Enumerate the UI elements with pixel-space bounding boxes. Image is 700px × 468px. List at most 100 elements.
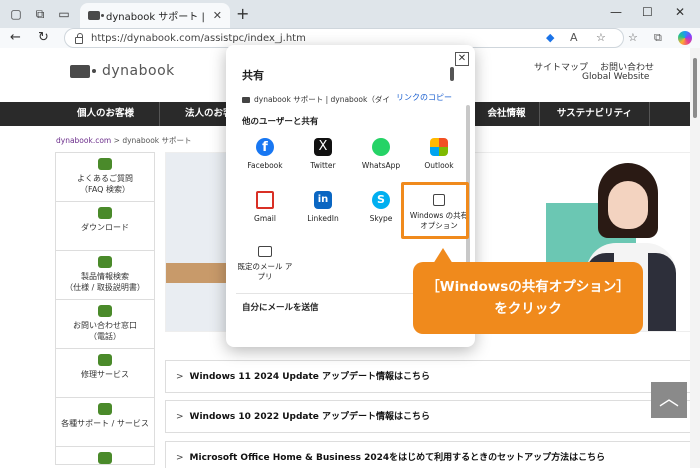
callout-line-1: ［Windowsの共有オプション］ bbox=[426, 279, 630, 295]
vertical-tabs-icon[interactable]: ▭ bbox=[56, 6, 72, 22]
news-item[interactable]: > Windows 10 2022 Update アップデート情報はこちら bbox=[165, 400, 692, 433]
share-outlook[interactable]: Outlook bbox=[410, 138, 468, 171]
app-label: Gmail bbox=[254, 214, 276, 223]
share-twitter[interactable]: X Twitter bbox=[294, 138, 352, 171]
sitemap-link[interactable]: サイトマップ bbox=[534, 60, 588, 73]
facebook-icon: f bbox=[256, 138, 274, 156]
gmail-icon bbox=[256, 191, 274, 209]
app-label: Skype bbox=[369, 214, 393, 223]
tools-icon bbox=[98, 354, 112, 366]
sidebar-item-more[interactable] bbox=[55, 447, 155, 465]
shared-page-title: dynabook サポート | dynabook（ダイ bbox=[254, 95, 390, 104]
share-facebook[interactable]: f Facebook bbox=[236, 138, 294, 171]
breadcrumb-separator: > bbox=[113, 136, 120, 145]
app-label: 既定のメール ア プリ bbox=[237, 262, 293, 281]
price-tag-icon[interactable]: ◆ bbox=[546, 28, 554, 48]
back-icon[interactable]: ← bbox=[10, 30, 21, 46]
breadcrumb-current: dynabook サポート bbox=[122, 136, 192, 145]
sidebar-label: 各種サポート / サービス bbox=[61, 419, 149, 428]
mail-icon bbox=[258, 246, 272, 257]
workspaces-icon[interactable]: ⧉ bbox=[32, 6, 48, 22]
skype-icon: S bbox=[372, 191, 390, 209]
tab-title: dynabook サポート | dynabook（ダ bbox=[106, 12, 207, 23]
sidebar-label: よくあるご質問 （FAQ 検索） bbox=[77, 174, 133, 194]
share-linkedin[interactable]: in LinkedIn bbox=[294, 191, 352, 224]
sidebar-label: 修理サービス bbox=[81, 370, 129, 379]
search-icon bbox=[98, 256, 112, 268]
mail-icon bbox=[98, 305, 112, 317]
app-label: WhatsApp bbox=[361, 161, 401, 170]
support-sidebar: よくあるご質問 （FAQ 検索） ダウンロード 製品情報検索 （仕様 / 取扱説… bbox=[55, 152, 155, 465]
arrow-icon: > bbox=[176, 412, 184, 422]
nav-sustainability[interactable]: サステナビリティ bbox=[540, 102, 650, 126]
share-scroll-indicator bbox=[450, 67, 454, 81]
maximize-button[interactable]: ☐ bbox=[642, 5, 653, 19]
profile-icon[interactable]: ▢ bbox=[8, 6, 24, 22]
breadcrumb: dynabook.com > dynabook サポート bbox=[56, 135, 192, 146]
books-icon bbox=[98, 452, 112, 464]
collections-icon[interactable]: ⧉ bbox=[654, 28, 662, 48]
app-label: Outlook bbox=[424, 161, 454, 170]
close-window-button[interactable]: ✕ bbox=[675, 5, 685, 19]
app-label: LinkedIn bbox=[307, 214, 339, 223]
copy-link-button[interactable]: リンクのコピー bbox=[396, 92, 452, 103]
share-default-mail[interactable]: 既定のメール ア プリ bbox=[236, 242, 294, 282]
copilot-icon[interactable] bbox=[678, 31, 692, 45]
favorite-star-icon[interactable]: ☆ bbox=[596, 28, 606, 48]
faq-icon bbox=[98, 158, 112, 170]
share-gmail[interactable]: Gmail bbox=[236, 191, 294, 224]
scroll-to-top-button[interactable]: ︿ bbox=[651, 382, 687, 418]
dynabook-logo[interactable]: dynabook bbox=[70, 63, 175, 79]
scrollbar-thumb[interactable] bbox=[693, 58, 697, 118]
sidebar-item-faq[interactable]: よくあるご質問 （FAQ 検索） bbox=[55, 153, 155, 202]
share-section-title: 他のユーザーと共有 bbox=[242, 117, 319, 127]
twitter-x-icon: X bbox=[314, 138, 332, 156]
favorites-icon[interactable]: ☆ bbox=[628, 28, 638, 48]
news-item[interactable]: > Windows 11 2024 Update アップデート情報はこちら bbox=[165, 360, 692, 393]
nav-personal[interactable]: 個人のお客様 bbox=[52, 102, 160, 126]
news-text: Windows 10 2022 Update アップデート情報はこちら bbox=[189, 412, 431, 422]
news-text: Windows 11 2024 Update アップデート情報はこちら bbox=[189, 372, 431, 382]
logo-text: dynabook bbox=[102, 63, 175, 79]
browser-titlebar: ▢ ⧉ ▭ dynabook サポート | dynabook（ダ ✕ + — ☐… bbox=[0, 0, 700, 28]
sidebar-label: ダウンロード bbox=[81, 223, 129, 232]
minimize-button[interactable]: — bbox=[610, 5, 622, 19]
email-self-button[interactable]: 自分にメールを送信 bbox=[242, 301, 319, 313]
breadcrumb-home[interactable]: dynabook.com bbox=[56, 136, 111, 145]
app-label: Facebook bbox=[247, 161, 283, 170]
refresh-icon[interactable]: ↻ bbox=[38, 30, 49, 46]
page-scrollbar[interactable] bbox=[690, 48, 700, 468]
dynabook-favicon-icon bbox=[242, 96, 250, 103]
arrow-icon: > bbox=[176, 453, 184, 463]
close-icon[interactable]: ✕ bbox=[455, 52, 469, 66]
news-item[interactable]: > Microsoft Office Home & Business 2024をは… bbox=[165, 441, 692, 468]
hero-desk bbox=[166, 263, 226, 283]
outlook-icon bbox=[430, 138, 448, 156]
share-whatsapp[interactable]: WhatsApp bbox=[352, 138, 410, 171]
instruction-callout: ［Windowsの共有オプション］ をクリック bbox=[413, 248, 643, 334]
sidebar-label: 製品情報検索 （仕様 / 取扱説明書） bbox=[65, 272, 145, 292]
new-tab-button[interactable]: + bbox=[236, 6, 249, 22]
linkedin-icon: in bbox=[314, 191, 332, 209]
read-aloud-icon[interactable]: A bbox=[570, 28, 578, 48]
sidebar-item-repair[interactable]: 修理サービス bbox=[55, 349, 155, 398]
sidebar-item-product-search[interactable]: 製品情報検索 （仕様 / 取扱説明書） bbox=[55, 251, 155, 300]
app-label: Twitter bbox=[310, 161, 336, 170]
hero-photo-left bbox=[166, 153, 226, 331]
download-icon bbox=[98, 207, 112, 219]
tab-close-icon[interactable]: ✕ bbox=[213, 9, 222, 22]
dynabook-logo-mark-icon bbox=[70, 64, 96, 78]
sidebar-item-services[interactable]: 各種サポート / サービス bbox=[55, 398, 155, 447]
global-website-link[interactable]: Global Website bbox=[582, 72, 649, 82]
url-text: https://dynabook.com/assistpc/index_j.ht… bbox=[91, 32, 306, 44]
support-headset-icon bbox=[98, 403, 112, 415]
sidebar-item-download[interactable]: ダウンロード bbox=[55, 202, 155, 251]
lock-icon bbox=[75, 32, 83, 44]
sidebar-item-contact[interactable]: お問い合わせ窓口 （電話） bbox=[55, 300, 155, 349]
dynabook-favicon-icon bbox=[88, 11, 104, 20]
highlight-box bbox=[401, 182, 469, 239]
tab-dynabook[interactable]: dynabook サポート | dynabook（ダ ✕ bbox=[80, 3, 230, 28]
sidebar-label: お問い合わせ窓口 （電話） bbox=[73, 321, 137, 341]
nav-company[interactable]: 会社情報 bbox=[474, 102, 540, 126]
arrow-icon: > bbox=[176, 372, 184, 382]
